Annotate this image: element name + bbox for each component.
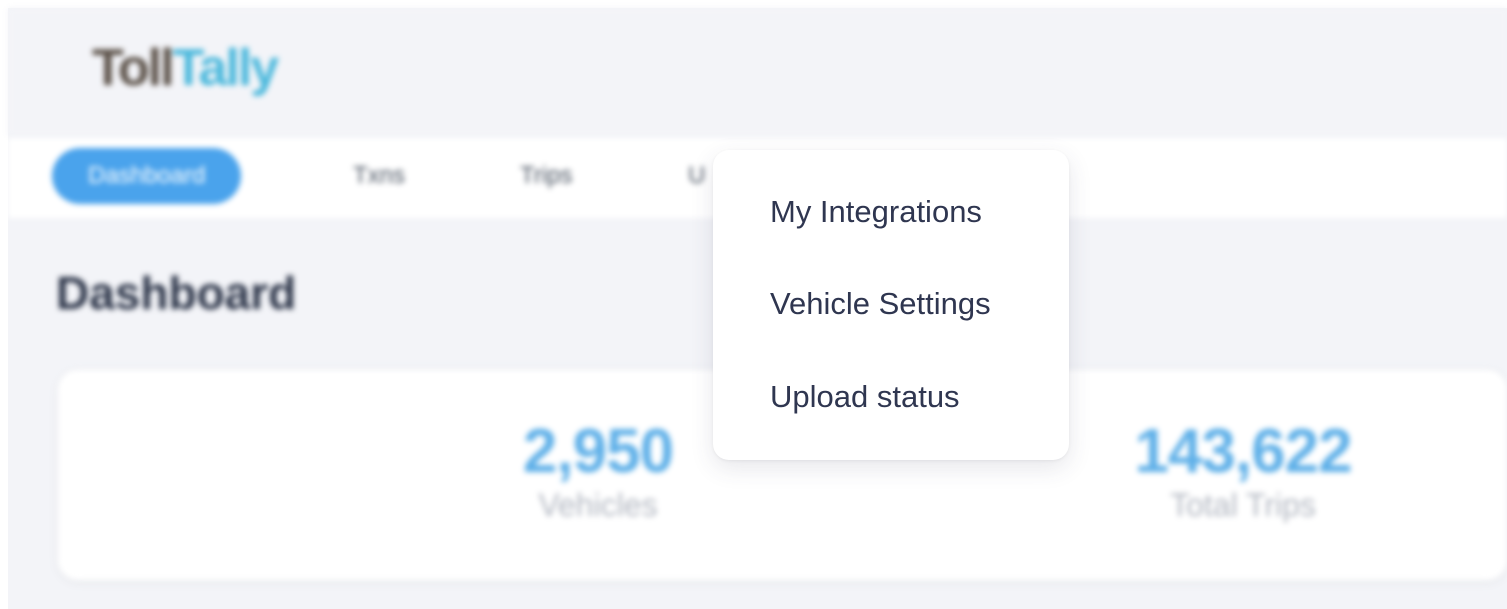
- menu-item-vehicle-settings[interactable]: Vehicle Settings: [770, 286, 991, 322]
- tab-trips[interactable]: Trips: [520, 148, 572, 204]
- tab-dashboard[interactable]: Dashboard: [52, 148, 242, 204]
- app-header: TollTally: [8, 8, 1507, 136]
- menu-item-my-integrations[interactable]: My Integrations: [770, 194, 982, 230]
- page-title: Dashboard: [56, 267, 297, 319]
- stat-vehicles: 2,950 Vehicles: [498, 416, 698, 524]
- stat-vehicles-label: Vehicles: [538, 487, 658, 523]
- logo[interactable]: TollTally: [92, 38, 280, 98]
- menu-item-upload-status[interactable]: Upload status: [770, 379, 960, 415]
- stat-vehicles-value: 2,950: [522, 417, 674, 486]
- logo-part-toll: Toll: [92, 39, 175, 97]
- stat-total-trips-label: Total Trips: [1170, 487, 1316, 523]
- tab-more[interactable]: U: [688, 148, 705, 204]
- tab-txns[interactable]: Txns: [353, 148, 405, 204]
- stat-total-trips-value: 143,622: [1134, 417, 1352, 486]
- logo-part-tally: Tally: [172, 39, 280, 97]
- dropdown-menu: My Integrations Vehicle Settings Upload …: [713, 150, 1069, 460]
- stat-total-trips: 143,622 Total Trips: [1128, 416, 1358, 524]
